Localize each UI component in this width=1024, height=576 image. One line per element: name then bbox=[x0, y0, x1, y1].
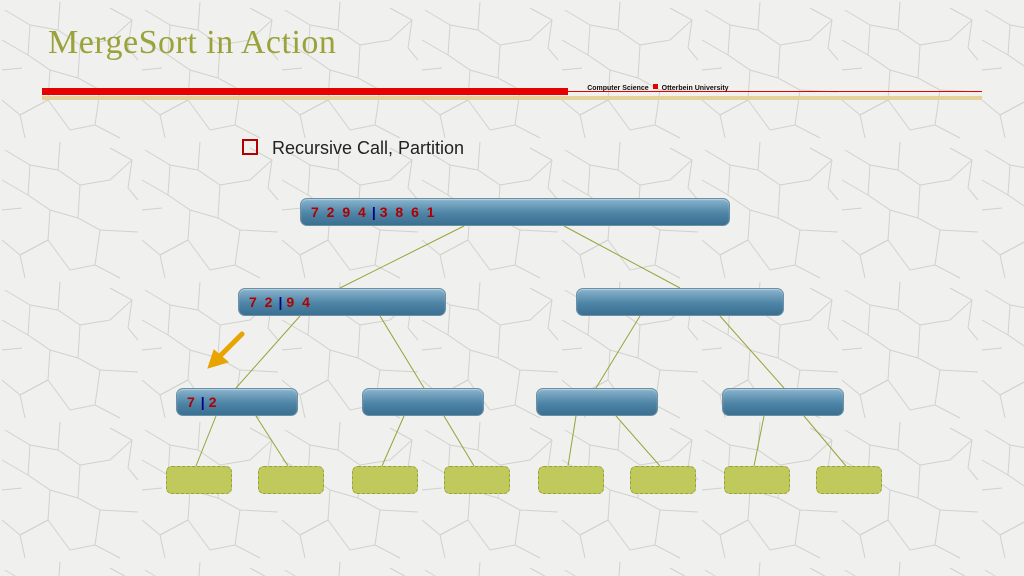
pipe-icon: | bbox=[201, 394, 205, 410]
pipe-icon: | bbox=[372, 204, 376, 220]
leaf-1 bbox=[166, 466, 232, 494]
slide-title: MergeSort in Action bbox=[48, 24, 336, 62]
leaf-8 bbox=[816, 466, 882, 494]
leaf-2 bbox=[258, 466, 324, 494]
l2a-right: 9 4 bbox=[286, 294, 311, 310]
node-l2-left: 7 2 | 9 4 bbox=[238, 288, 446, 316]
divider-bar: Computer ScienceOtterbein University bbox=[42, 88, 982, 100]
pipe-icon: | bbox=[278, 294, 282, 310]
l3a-right: 2 bbox=[209, 394, 219, 410]
node-l2-right bbox=[576, 288, 784, 316]
bullet-line: Recursive Call, Partition bbox=[242, 138, 464, 159]
leaf-4 bbox=[444, 466, 510, 494]
arrow-icon bbox=[204, 328, 248, 372]
leaf-5 bbox=[538, 466, 604, 494]
square-icon bbox=[653, 84, 658, 89]
root-right: 3 8 6 1 bbox=[380, 204, 437, 220]
node-l3-d bbox=[722, 388, 844, 416]
leaf-6 bbox=[630, 466, 696, 494]
node-l3-b bbox=[362, 388, 484, 416]
node-l3-a: 7 | 2 bbox=[176, 388, 298, 416]
leaf-7 bbox=[724, 466, 790, 494]
leaf-3 bbox=[352, 466, 418, 494]
l3a-left: 7 bbox=[187, 394, 197, 410]
l2a-left: 7 2 bbox=[249, 294, 274, 310]
root-left: 7 2 9 4 bbox=[311, 204, 368, 220]
bullet-text: Recursive Call, Partition bbox=[272, 138, 464, 158]
node-l3-c bbox=[536, 388, 658, 416]
divider-caption: Computer ScienceOtterbein University bbox=[587, 85, 728, 92]
node-root: 7 2 9 4 | 3 8 6 1 bbox=[300, 198, 730, 226]
slide: MergeSort in Action Computer ScienceOtte… bbox=[0, 0, 1024, 576]
bullet-box-icon bbox=[242, 139, 258, 155]
